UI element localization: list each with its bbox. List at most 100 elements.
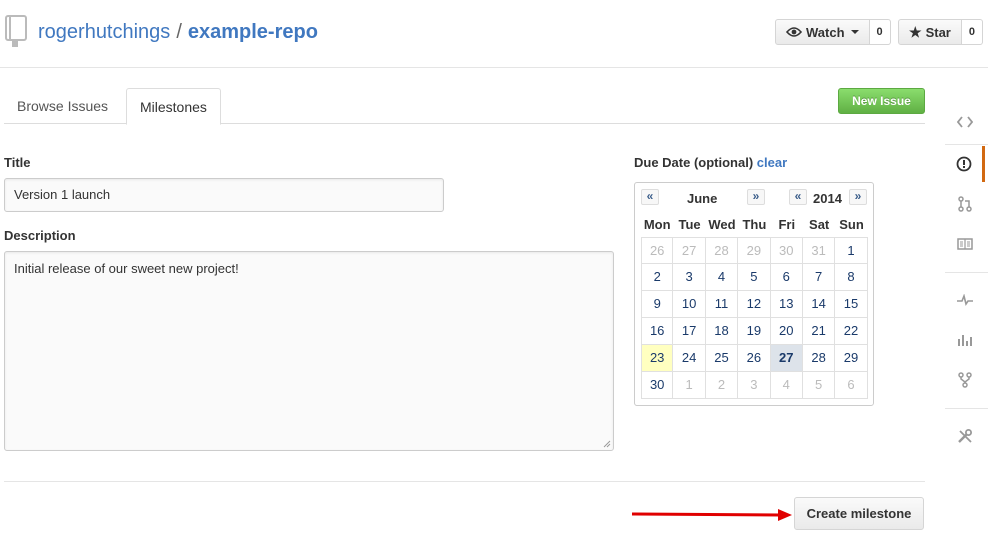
date-picker: « June » « 2014 » Mon Tue Wed Thu Fri Sa… (634, 182, 874, 406)
weekday-label: Fri (778, 217, 796, 232)
repo-sidebar (945, 100, 988, 470)
calendar-day[interactable]: 29 (738, 237, 771, 264)
weekday-label: Tue (678, 217, 701, 232)
sidebar-item-pulse[interactable] (945, 282, 985, 318)
calendar-day[interactable]: 22 (835, 318, 868, 345)
owner-link[interactable]: rogerhutchings (38, 21, 170, 43)
calendar-day[interactable]: 4 (705, 264, 739, 291)
create-milestone-button[interactable]: Create milestone (794, 497, 924, 530)
calendar-day[interactable]: 26 (641, 237, 674, 264)
due-date-label-row: Due Date (optional) clear (634, 155, 787, 170)
calendar-week: 30 1 2 3 4 5 6 (641, 372, 868, 399)
sidebar-item-issues[interactable] (945, 146, 985, 182)
calendar-day[interactable]: 17 (673, 318, 706, 345)
calendar-day[interactable]: 25 (705, 345, 739, 372)
sidebar-item-settings[interactable] (945, 418, 985, 454)
calendar-day[interactable]: 3 (738, 372, 771, 399)
calendar-day[interactable]: 24 (673, 345, 706, 372)
calendar-day[interactable]: 12 (738, 291, 771, 318)
next-year-button[interactable]: » (849, 189, 867, 205)
star-icon: ★ (909, 23, 922, 40)
calendar-week: 16 17 18 19 20 21 22 (641, 318, 868, 345)
sidebar-item-wiki[interactable] (945, 226, 985, 262)
calendar-day[interactable]: 16 (641, 318, 674, 345)
calendar-day[interactable]: 4 (770, 372, 803, 399)
calendar-day[interactable]: 9 (641, 291, 674, 318)
pull-request-icon (958, 196, 972, 212)
tab-milestones[interactable]: Milestones (126, 88, 221, 125)
description-field[interactable]: Initial release of our sweet new project… (4, 251, 614, 451)
star-label: Star (925, 24, 951, 40)
prev-year-button[interactable]: « (789, 189, 807, 205)
graphs-icon (958, 335, 972, 346)
calendar-day[interactable]: 8 (835, 264, 868, 291)
calendar-day[interactable]: 5 (738, 264, 771, 291)
star-group: ★ Star 0 (898, 19, 983, 45)
watch-button[interactable]: Watch (775, 19, 870, 45)
calendar-day[interactable]: 2 (641, 264, 674, 291)
calendar-week: 2 3 4 5 6 7 8 (641, 264, 868, 291)
calendar-day[interactable]: 5 (802, 372, 836, 399)
calendar-day[interactable]: 6 (835, 372, 868, 399)
weekday-header: Mon Tue Wed Thu Fri Sat Sun (641, 213, 868, 237)
prev-month-button[interactable]: « (641, 189, 659, 205)
calendar-day-selected[interactable]: 27 (770, 345, 803, 372)
calendar-day[interactable]: 2 (705, 372, 739, 399)
annotation-arrow (632, 509, 792, 521)
clear-date-link[interactable]: clear (757, 155, 787, 170)
issue-icon (956, 156, 971, 172)
calendar-day[interactable]: 27 (673, 237, 706, 264)
calendar-day[interactable]: 31 (802, 237, 836, 264)
sidebar-item-graphs[interactable] (945, 322, 985, 358)
calendar-month: June (687, 191, 718, 206)
calendar-day[interactable]: 3 (673, 264, 706, 291)
calendar-day[interactable]: 6 (770, 264, 803, 291)
sidebar-item-code[interactable] (945, 104, 985, 140)
calendar-day[interactable]: 1 (673, 372, 706, 399)
calendar-day[interactable]: 7 (802, 264, 836, 291)
description-label: Description (4, 228, 76, 243)
pulse-icon (957, 294, 973, 306)
calendar-day[interactable]: 21 (802, 318, 836, 345)
calendar-day[interactable]: 13 (770, 291, 803, 318)
calendar-day[interactable]: 15 (835, 291, 868, 318)
calendar-day-today[interactable]: 23 (641, 345, 674, 372)
due-date-label: Due Date (optional) (634, 155, 754, 170)
calendar-day[interactable]: 28 (705, 237, 739, 264)
calendar-day[interactable]: 26 (738, 345, 771, 372)
repo-icon (5, 15, 27, 47)
star-button[interactable]: ★ Star (898, 19, 962, 45)
wiki-icon (957, 238, 973, 250)
calendar-day[interactable]: 28 (802, 345, 836, 372)
new-issue-button[interactable]: New Issue (838, 88, 925, 114)
calendar-day[interactable]: 1 (835, 237, 868, 264)
path-separator: / (176, 21, 182, 43)
calendar-day[interactable]: 11 (705, 291, 739, 318)
title-field[interactable]: Version 1 launch (4, 178, 444, 212)
next-month-button[interactable]: » (747, 189, 765, 205)
repo-link[interactable]: example-repo (188, 21, 318, 43)
form-divider (4, 481, 925, 482)
title-label: Title (4, 155, 31, 170)
sidebar-separator (945, 272, 988, 273)
description-text: Initial release of our sweet new project… (14, 261, 239, 276)
sidebar-separator (945, 144, 988, 145)
resize-grip-icon[interactable] (603, 440, 611, 448)
star-count[interactable]: 0 (961, 19, 983, 45)
sidebar-item-pull-requests[interactable] (945, 186, 985, 222)
watch-count[interactable]: 0 (869, 19, 891, 45)
calendar-day[interactable]: 10 (673, 291, 706, 318)
chevron-down-icon (850, 30, 859, 34)
eye-icon (786, 27, 802, 37)
sidebar-item-network[interactable] (945, 362, 985, 398)
calendar-day[interactable]: 30 (770, 237, 803, 264)
watch-group: Watch 0 (775, 19, 891, 45)
weekday-label: Sat (809, 217, 830, 232)
calendar-day[interactable]: 14 (802, 291, 836, 318)
calendar-day[interactable]: 20 (770, 318, 803, 345)
tab-browse-issues[interactable]: Browse Issues (4, 88, 121, 124)
calendar-day[interactable]: 29 (835, 345, 868, 372)
calendar-day[interactable]: 30 (641, 372, 674, 399)
calendar-day[interactable]: 18 (705, 318, 739, 345)
calendar-day[interactable]: 19 (738, 318, 771, 345)
